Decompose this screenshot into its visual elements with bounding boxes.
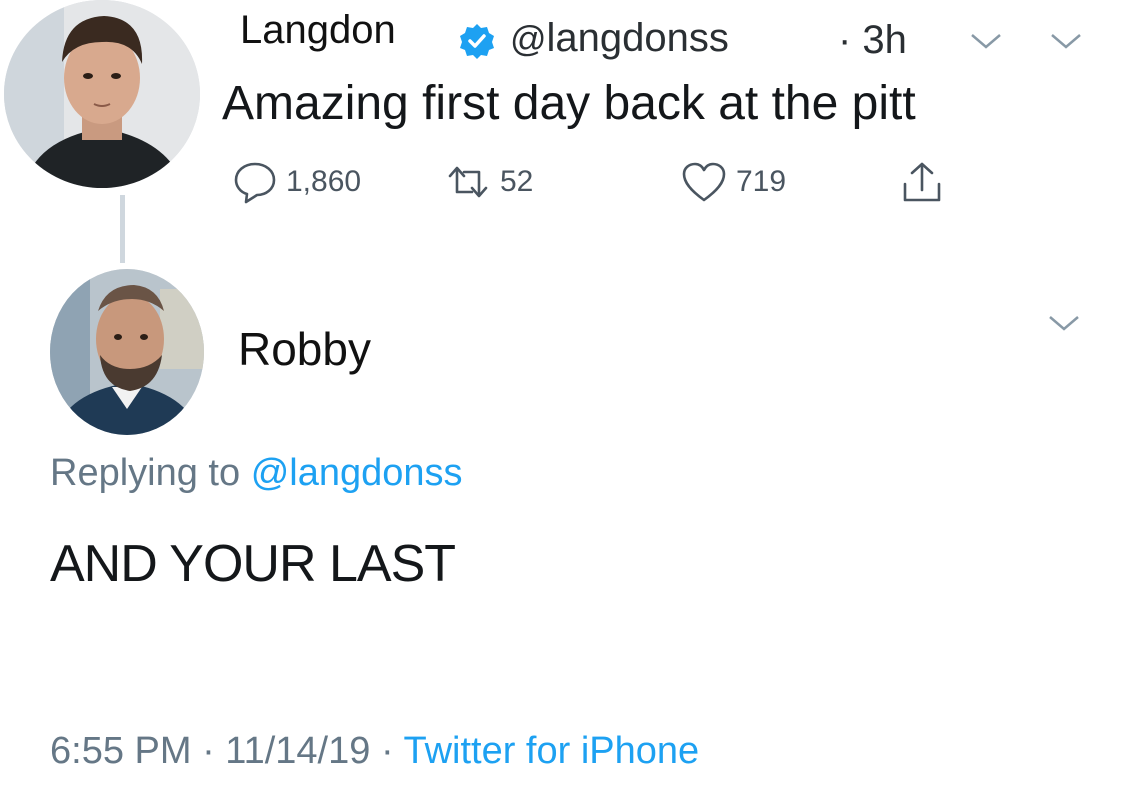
reply-text: AND YOUR LAST bbox=[50, 535, 456, 593]
reply-author-name[interactable]: Robby bbox=[238, 322, 371, 376]
retweet-action[interactable]: 52 bbox=[444, 160, 533, 204]
like-count: 719 bbox=[736, 165, 787, 198]
robby-avatar[interactable] bbox=[50, 269, 204, 435]
handle-name: langdonss bbox=[546, 16, 729, 60]
reply-meta: 6:55 PM · 11/14/19 · Twitter for iPhone bbox=[50, 730, 699, 773]
share-icon bbox=[903, 162, 941, 202]
tweet-text: Amazing first day back at the pitt bbox=[222, 77, 916, 130]
chevron-down-icon[interactable] bbox=[1046, 312, 1082, 334]
thread-line bbox=[120, 195, 125, 263]
reply-source-link[interactable]: Twitter for iPhone bbox=[403, 730, 699, 772]
chevron-down-icon[interactable] bbox=[1048, 30, 1084, 52]
verified-badge-icon bbox=[460, 24, 494, 59]
retweet-icon bbox=[448, 166, 488, 198]
share-action[interactable] bbox=[898, 160, 946, 206]
tweet-handle[interactable]: @langdonss bbox=[510, 16, 729, 61]
handle-at: @ bbox=[510, 18, 547, 59]
reply-icon bbox=[234, 162, 276, 204]
tweet-time[interactable]: · 3h bbox=[838, 18, 907, 63]
replying-handle-link[interactable]: @langdonss bbox=[251, 452, 463, 494]
like-action[interactable]: 719 bbox=[680, 160, 786, 204]
replying-prefix: Replying to bbox=[50, 452, 241, 494]
like-icon bbox=[682, 162, 726, 202]
reply-action[interactable]: 1,860 bbox=[232, 160, 361, 204]
chevron-down-icon[interactable] bbox=[968, 30, 1004, 52]
retweet-count: 52 bbox=[500, 165, 534, 198]
reply-count: 1,860 bbox=[286, 165, 362, 198]
langdon-avatar[interactable] bbox=[4, 0, 200, 188]
tweet-author-name[interactable]: Langdon bbox=[240, 8, 396, 53]
replying-to: Replying to @langdonss bbox=[50, 452, 463, 495]
reply-timestamp: 6:55 PM · 11/14/19 · bbox=[50, 730, 404, 772]
